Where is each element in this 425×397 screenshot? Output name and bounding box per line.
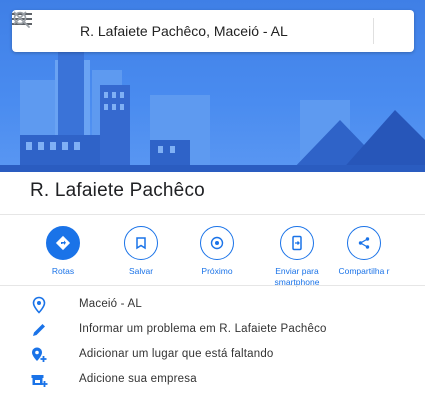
search-input[interactable]: R. Lafaiete Pachêco, Maceió - AL <box>80 23 330 39</box>
list-item-address[interactable]: Maceió - AL <box>0 293 425 319</box>
title-divider <box>0 214 425 215</box>
list-item-add-place[interactable]: Adicionar um lugar que está faltando <box>0 343 425 369</box>
share-icon[interactable] <box>347 226 381 260</box>
list-item-add-business[interactable]: Adicione sua empresa <box>0 368 425 394</box>
report-problem-text: Informar um problema em R. Lafaiete Pach… <box>79 323 327 335</box>
send-to-phone-button[interactable]: Enviar para smartphone <box>257 226 337 288</box>
add-place-text: Adicionar um lugar que está faltando <box>79 348 274 360</box>
bookmark-icon[interactable] <box>124 226 158 260</box>
list-item-report-problem[interactable]: Informar um problema em R. Lafaiete Pach… <box>0 318 425 344</box>
directions-button[interactable]: Rotas <box>23 226 103 277</box>
search-bar[interactable]: R. Lafaiete Pachêco, Maceió - AL <box>12 10 414 52</box>
place-hero-image: R. Lafaiete Pachêco, Maceió - AL <box>0 0 425 172</box>
directions-icon[interactable] <box>46 226 80 260</box>
send-to-phone-icon[interactable] <box>280 226 314 260</box>
add-business-text: Adicione sua empresa <box>79 373 197 385</box>
actions-divider <box>0 285 425 286</box>
search-bar-divider <box>373 18 374 44</box>
address-text: Maceió - AL <box>79 298 142 310</box>
place-title: R. Lafaiete Pachêco <box>30 180 205 201</box>
location-pin-icon <box>32 296 46 314</box>
share-label: Compartilha r <box>338 266 390 276</box>
add-business-icon <box>31 375 48 387</box>
close-icon[interactable] <box>12 10 28 26</box>
add-place-icon <box>32 347 47 362</box>
share-button[interactable]: Compartilha r <box>327 226 401 277</box>
nearby-button[interactable]: Próximo <box>177 226 257 277</box>
save-label: Salvar <box>128 266 154 276</box>
nearby-label: Próximo <box>201 266 233 276</box>
save-button[interactable]: Salvar <box>101 226 181 277</box>
nearby-icon[interactable] <box>200 226 234 260</box>
directions-label: Rotas <box>51 266 75 276</box>
edit-pencil-icon <box>33 324 45 336</box>
